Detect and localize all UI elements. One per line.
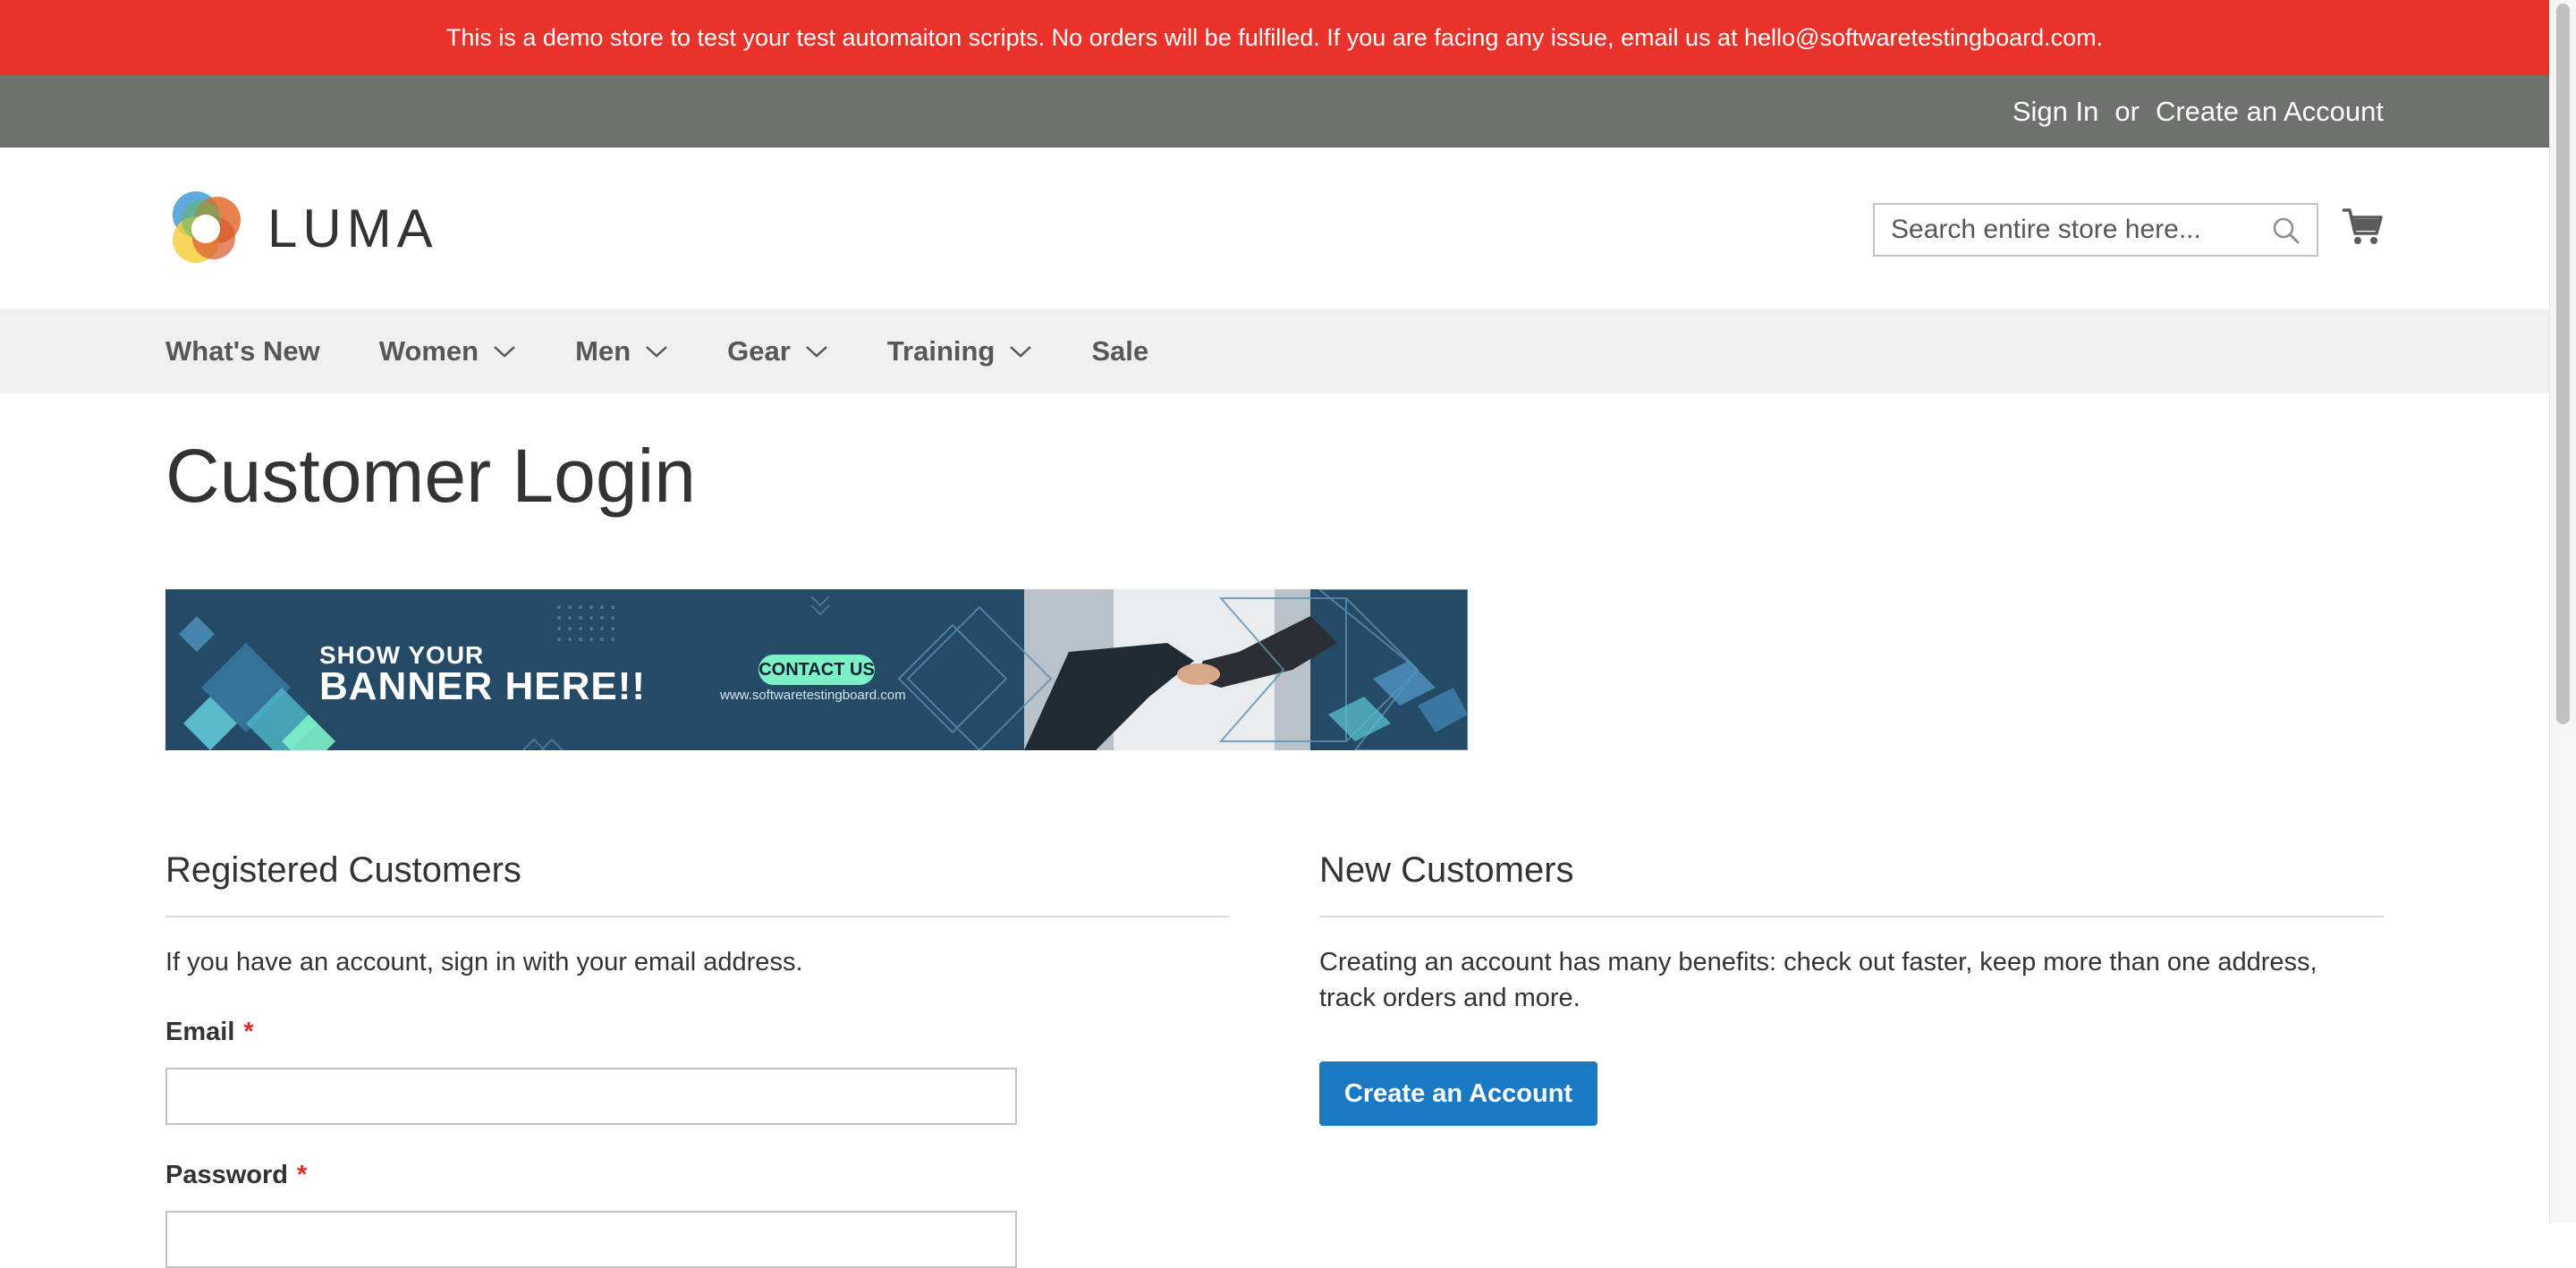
new-customers-text: Creating an account has many benefits: c… [1319, 948, 2318, 1012]
nav-item-label: Women [378, 334, 479, 367]
logo-text: LUMA [267, 198, 438, 258]
registered-intro-text: If you have an account, sign in with you… [165, 948, 803, 976]
demo-notice-bar: This is a demo store to test your test a… [0, 0, 2549, 75]
chevron-down-icon [1010, 345, 1032, 358]
header-content: LUMA [0, 148, 2549, 309]
nav-item-whats-new[interactable]: What's New [165, 335, 320, 368]
shopping-cart-icon[interactable] [2341, 205, 2384, 248]
create-account-button[interactable]: Create an Account [1319, 1061, 1597, 1126]
page-scrollbar[interactable] [2549, 0, 2576, 1223]
nav-item-label: What's New [165, 334, 320, 367]
nav-item-label: Training [886, 334, 996, 367]
nav-item-training[interactable]: Training [887, 335, 1033, 368]
nav-item-gear[interactable]: Gear [727, 335, 828, 368]
banner-contact-button[interactable]: CONTACT US [758, 655, 875, 685]
required-asterisk: * [243, 1018, 254, 1046]
registered-divider [165, 916, 1230, 917]
header-links: Sign In or Create an Account [2012, 75, 2384, 148]
top-panel-header: Sign In or Create an Account [0, 75, 2549, 148]
chevron-down-icon [494, 345, 515, 358]
nav-item-women[interactable]: Women [379, 335, 516, 368]
nav-item-men[interactable]: Men [575, 335, 668, 368]
search-box [1873, 203, 2318, 257]
sign-in-link[interactable]: Sign In [2012, 96, 2099, 128]
chevron-down-icon [805, 345, 827, 358]
scrollbar-thumb[interactable] [2556, 4, 2570, 724]
nav-item-label: Men [575, 334, 631, 367]
banner-headline-large: BANNER HERE!! [319, 664, 646, 708]
registered-customers-title: Registered Customers [165, 850, 521, 890]
luma-logo-icon [173, 191, 241, 263]
new-customers-title: New Customers [1319, 850, 1574, 890]
banner-url: www.softwaretestingboard.com [720, 688, 906, 703]
page-title: Customer Login [165, 434, 696, 518]
logo[interactable]: LUMA [165, 188, 438, 268]
email-field[interactable] [165, 1068, 1017, 1125]
create-account-link[interactable]: Create an Account [2156, 96, 2384, 128]
email-label-text: Email [165, 1018, 235, 1046]
demo-notice-text: This is a demo store to test your test a… [445, 23, 2104, 51]
password-label: Password * [165, 1161, 307, 1190]
nav-item-label: Sale [1091, 334, 1149, 367]
nav-item-label: Gear [727, 334, 791, 367]
promo-banner[interactable]: SHOW YOUR BANNER HERE!! CONTACT US www.s… [165, 589, 1468, 750]
chevron-down-icon [646, 345, 667, 358]
required-asterisk: * [297, 1161, 308, 1189]
main-navigation: What's New Women Men Gear Training Sale [0, 309, 2549, 393]
nav-item-sale[interactable]: Sale [1091, 335, 1148, 368]
email-label: Email * [165, 1018, 254, 1047]
password-label-text: Password [165, 1161, 288, 1189]
new-customers-divider [1319, 916, 2384, 917]
header-or-text: or [2114, 95, 2140, 127]
password-field[interactable] [165, 1211, 1017, 1268]
search-icon[interactable] [2272, 216, 2301, 245]
search-input[interactable] [1875, 205, 2301, 255]
